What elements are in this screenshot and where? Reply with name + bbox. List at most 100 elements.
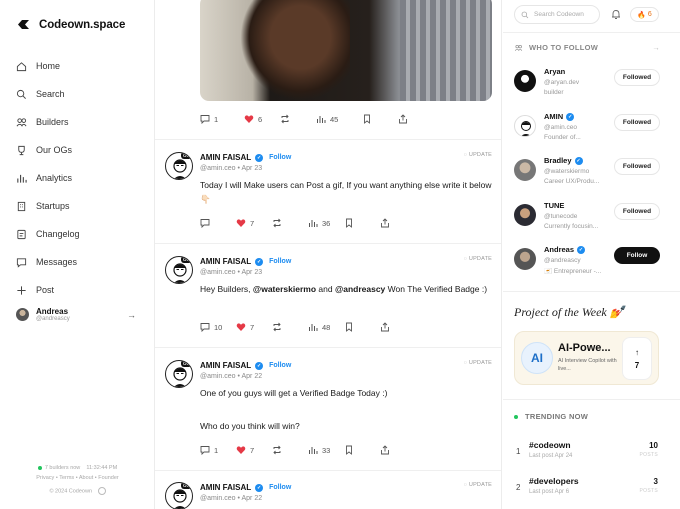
footer-link-about[interactable]: About — [79, 475, 93, 481]
repost-button[interactable] — [280, 114, 316, 124]
share-button[interactable] — [380, 445, 416, 455]
sidebar-item-analytics[interactable]: Analytics — [16, 164, 80, 192]
repost-button[interactable] — [272, 322, 308, 332]
footer-link-terms[interactable]: Terms — [59, 475, 74, 481]
author-handle: @amin.ceo — [200, 269, 236, 276]
suggestion-item[interactable]: Aryan @aryan.dev builder Followed — [514, 67, 660, 107]
repost-button[interactable] — [272, 445, 308, 455]
footer-link-privacy[interactable]: Privacy — [36, 475, 54, 481]
views-icon — [309, 447, 318, 454]
suggestion-item[interactable]: TUNE @tunecode Currently focusin... Foll… — [514, 201, 660, 241]
followed-button[interactable]: Followed — [614, 69, 660, 86]
bookmark-button[interactable] — [362, 114, 398, 124]
trend-count: 10 — [649, 441, 658, 450]
follow-link[interactable]: Follow — [269, 258, 291, 265]
followed-button[interactable]: Followed — [614, 158, 660, 175]
user-name: Andreas — [36, 307, 69, 316]
repost-button[interactable] — [272, 218, 308, 228]
mention-link[interactable]: @andreascy — [335, 284, 385, 294]
verified-icon: ✓ — [574, 156, 583, 165]
views-stat: 36 — [308, 218, 344, 228]
heart-icon — [236, 323, 246, 331]
trending-item[interactable]: 1 #codeown Last post Apr 24 10 POSTS — [514, 440, 660, 470]
comment-icon — [200, 219, 210, 228]
sidebar-item-search[interactable]: Search — [16, 80, 80, 108]
verified-icon: ✓ — [255, 257, 264, 266]
share-icon — [381, 445, 389, 455]
bookmark-button[interactable] — [344, 218, 380, 228]
sidebar-item-label: Search — [36, 89, 65, 99]
like-button[interactable]: 7 — [236, 445, 272, 455]
repost-icon — [273, 445, 281, 455]
streak-badge[interactable]: 🔥 6 — [630, 7, 659, 22]
bookmark-button[interactable] — [344, 322, 380, 332]
update-badge: ◌ UPDATE — [463, 152, 492, 158]
share-icon — [381, 322, 389, 332]
project-of-week-card[interactable]: AI AI-Powe... AI Interview Copilot with … — [514, 331, 659, 385]
post-author[interactable]: AMIN FAISAL ✓ Follow — [200, 483, 291, 492]
post-author[interactable]: AMIN FAISAL ✓ Follow — [200, 153, 291, 162]
search-input[interactable]: Search Codeown — [514, 5, 600, 24]
views-icon — [309, 324, 318, 331]
suggestion-bio: Currently focusin... — [544, 223, 599, 230]
sidebar-item-builders[interactable]: Builders — [16, 108, 80, 136]
avatar — [16, 308, 29, 321]
follow-button[interactable]: Follow — [614, 247, 660, 264]
sidebar-item-label: Changelog — [36, 229, 80, 239]
share-button[interactable] — [380, 322, 416, 332]
upvote-button[interactable]: ↑ 7 — [622, 337, 652, 380]
bell-icon[interactable] — [611, 9, 621, 20]
share-button[interactable] — [380, 218, 416, 228]
like-button[interactable]: 7 — [236, 218, 272, 228]
share-icon — [399, 114, 407, 124]
bookmark-button[interactable] — [344, 445, 380, 455]
post-avatar[interactable]: OG — [165, 482, 193, 509]
post-author[interactable]: AMIN FAISAL ✓ Follow — [200, 361, 291, 370]
post-meta: @amin.ceo • Apr 22 — [200, 373, 263, 380]
sidebar-item-post[interactable]: Post — [16, 276, 80, 304]
post-gif-image[interactable] — [200, 0, 492, 101]
theme-toggle-icon[interactable] — [97, 487, 106, 495]
post-avatar[interactable]: OG — [165, 360, 193, 388]
sidebar-item-startups[interactable]: Startups — [16, 192, 80, 220]
comment-button[interactable]: 10 — [200, 322, 236, 332]
sidebar-item-label: Startups — [36, 201, 70, 211]
follow-link[interactable]: Follow — [269, 154, 291, 161]
followed-button[interactable]: Followed — [614, 203, 660, 220]
suggestion-item[interactable]: Bradley ✓ @waterskiermo Career UX/Produ..… — [514, 156, 660, 196]
sidebar-item-messages[interactable]: Messages — [16, 248, 80, 276]
suggestion-item[interactable]: AMIN ✓ @amin.ceo Founder of... Followed — [514, 112, 660, 152]
like-count: 7 — [250, 218, 255, 228]
sidebar-item-home[interactable]: Home — [16, 52, 80, 80]
share-button[interactable] — [398, 114, 434, 124]
comment-button[interactable] — [200, 218, 236, 228]
follow-link[interactable]: Follow — [269, 484, 291, 491]
arrow-right-icon[interactable]: → — [652, 43, 660, 52]
repost-icon — [273, 322, 281, 332]
post-text: Today I will Make users can Post a gif, … — [200, 180, 492, 204]
views-icon — [309, 220, 318, 227]
comment-button[interactable]: 1 — [200, 445, 236, 455]
follow-link[interactable]: Follow — [269, 362, 291, 369]
post-author[interactable]: AMIN FAISAL ✓ Follow — [200, 257, 291, 266]
sidebar-item-ogs[interactable]: Our OGs — [16, 136, 80, 164]
update-label: UPDATE — [468, 360, 492, 366]
followed-button[interactable]: Followed — [614, 114, 660, 131]
who-to-follow-title: WHO TO FOLLOW — [529, 43, 599, 52]
avatar — [514, 248, 536, 270]
sidebar-item-changelog[interactable]: Changelog — [16, 220, 80, 248]
suggestion-item[interactable]: Andreas ✓ @andreascy 🇨🇾 Entrepreneur -...… — [514, 245, 660, 285]
mention-link[interactable]: @waterskiermo — [253, 284, 316, 294]
gif-background — [400, 0, 492, 101]
logout-arrow-icon[interactable]: → — [127, 310, 136, 320]
trending-item[interactable]: 2 #developers Last post Apr 6 3 POSTS — [514, 476, 660, 506]
feed-post: OG AMIN FAISAL ✓ Follow ◌ UPDATE @amin.ceo… — [155, 243, 501, 347]
logo[interactable]: Codeown.space — [16, 18, 125, 31]
comment-button[interactable]: 1 — [200, 114, 236, 124]
like-button[interactable]: 6 — [244, 114, 280, 124]
footer-link-founder[interactable]: Founder — [98, 475, 119, 481]
sidebar-user[interactable]: Andreas @andreascy → — [16, 307, 136, 322]
post-avatar[interactable]: OG — [165, 256, 193, 284]
like-button[interactable]: 7 — [236, 322, 272, 332]
post-avatar[interactable]: OG — [165, 152, 193, 180]
